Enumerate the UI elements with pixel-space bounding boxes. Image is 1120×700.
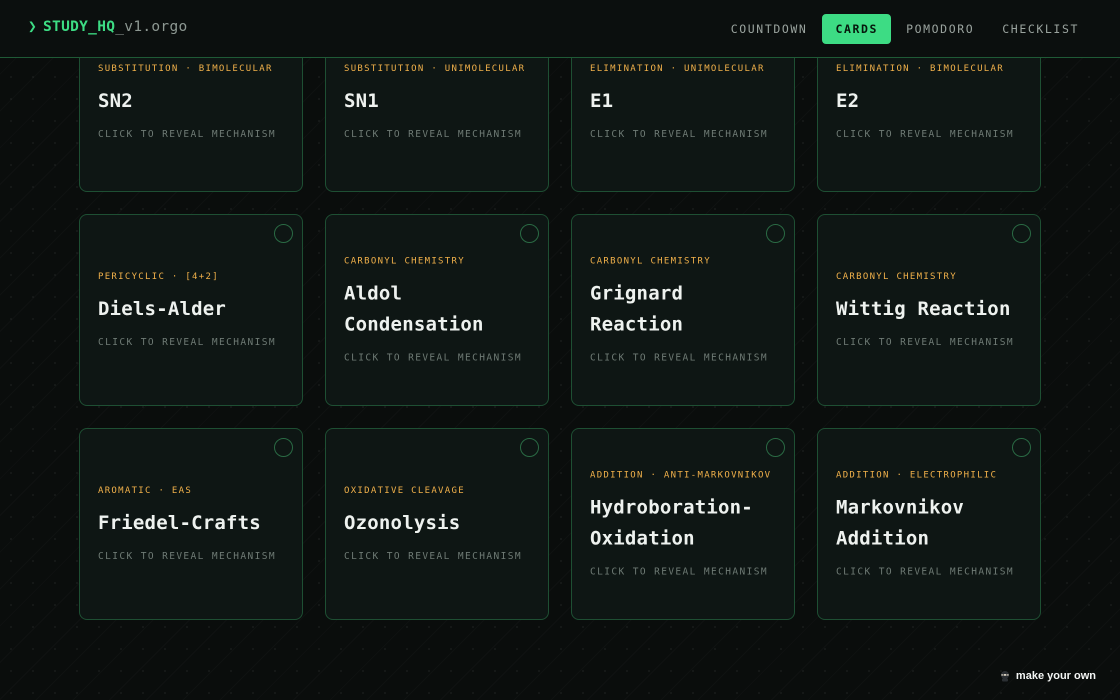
card-hint: CLICK TO REVEAL MECHANISM: [836, 566, 1014, 578]
card-category: SUBSTITUTION · UNIMOLECULAR: [344, 64, 526, 74]
chevron-right-icon: ❯: [28, 19, 38, 35]
card-hint: CLICK TO REVEAL MECHANISM: [98, 129, 276, 140]
circle-icon: [520, 438, 539, 457]
card-hint: CLICK TO REVEAL MECHANISM: [836, 337, 1014, 348]
card-category: ELIMINATION · BIMOLECULAR: [836, 64, 1004, 74]
card-hint: CLICK TO REVEAL MECHANISM: [590, 566, 768, 578]
card-category: ADDITION · ELECTROPHILIC: [836, 470, 998, 481]
flashcard-body: SUBSTITUTION · UNIMOLECULAR SN1 CLICK TO…: [344, 64, 532, 140]
tab-cards[interactable]: CARDS: [822, 14, 892, 44]
brand-logo[interactable]: ❯ STUDY_HQ_v1.orgo: [28, 19, 188, 35]
make-your-own-label: make your own: [1015, 670, 1096, 682]
card-category: OXIDATIVE CLEAVAGE: [344, 486, 465, 496]
card-title: Markovnikov Addition: [836, 496, 965, 550]
card-title: Hydroboration-Oxidation: [590, 496, 753, 550]
card-category: ADDITION · ANTI-MARKOVNIKOV: [590, 470, 772, 481]
flashcard[interactable]: AROMATIC · EAS Friedel-Crafts CLICK TO R…: [79, 428, 303, 620]
flashcard-body: ADDITION · ELECTROPHILIC Markovnikov Add…: [836, 471, 1024, 578]
card-hint: CLICK TO REVEAL MECHANISM: [590, 352, 768, 364]
tab-pomodoro[interactable]: POMODORO: [893, 14, 987, 44]
tab-countdown[interactable]: COUNTDOWN: [718, 14, 821, 44]
flashcard[interactable]: ADDITION · ANTI-MARKOVNIKOV Hydroboratio…: [571, 428, 795, 620]
card-title: Ozonolysis: [344, 512, 461, 534]
flashcard-body: SUBSTITUTION · BIMOLECULAR SN2 CLICK TO …: [98, 64, 286, 140]
flashcard-body: CARBONYL CHEMISTRY Grignard Reaction CLI…: [590, 257, 778, 364]
circle-icon: [274, 438, 293, 457]
flashcard[interactable]: OXIDATIVE CLEAVAGE Ozonolysis CLICK TO R…: [325, 428, 549, 620]
top-bar: ❯ STUDY_HQ_v1.orgo COUNTDOWN CARDS POMODO…: [0, 0, 1120, 58]
flashcard-body: CARBONYL CHEMISTRY Aldol Condensation CL…: [344, 257, 532, 364]
card-category: AROMATIC · EAS: [98, 486, 193, 496]
flashcard[interactable]: ADDITION · ELECTROPHILIC Markovnikov Add…: [817, 428, 1041, 620]
circle-icon: [1012, 224, 1031, 243]
flashcard-body: CARBONYL CHEMISTRY Wittig Reaction CLICK…: [836, 272, 1024, 348]
card-title: E1: [590, 90, 614, 112]
flashcard-body: ELIMINATION · BIMOLECULAR E2 CLICK TO RE…: [836, 64, 1024, 140]
circle-icon: [766, 224, 785, 243]
flashcard-body: PERICYCLIC · [4+2] Diels-Alder CLICK TO …: [98, 272, 286, 348]
card-hint: CLICK TO REVEAL MECHANISM: [590, 129, 768, 140]
flashcard[interactable]: CARBONYL CHEMISTRY Aldol Condensation CL…: [325, 214, 549, 406]
card-hint: CLICK TO REVEAL MECHANISM: [344, 551, 522, 562]
ninja-icon: [1000, 671, 1009, 682]
card-title: Aldol Condensation: [344, 282, 484, 336]
card-hint: CLICK TO REVEAL MECHANISM: [98, 551, 276, 562]
flashcard[interactable]: PERICYCLIC · [4+2] Diels-Alder CLICK TO …: [79, 214, 303, 406]
flashcard-body: OXIDATIVE CLEAVAGE Ozonolysis CLICK TO R…: [344, 486, 532, 562]
circle-icon: [766, 438, 785, 457]
flashcard-body: ADDITION · ANTI-MARKOVNIKOV Hydroboratio…: [590, 471, 778, 578]
make-your-own-link[interactable]: make your own: [999, 670, 1096, 682]
card-category: PERICYCLIC · [4+2]: [98, 272, 219, 282]
card-category: CARBONYL CHEMISTRY: [836, 272, 957, 282]
card-title: Grignard Reaction: [590, 282, 684, 336]
tab-checklist[interactable]: CHECKLIST: [989, 14, 1092, 44]
brand-name: STUDY_HQ: [43, 19, 116, 35]
card-title: Diels-Alder: [98, 298, 227, 320]
circle-icon: [1012, 438, 1031, 457]
card-category: CARBONYL CHEMISTRY: [344, 256, 465, 267]
card-hint: CLICK TO REVEAL MECHANISM: [98, 337, 276, 348]
flashcard[interactable]: CARBONYL CHEMISTRY Grignard Reaction CLI…: [571, 214, 795, 406]
card-hint: CLICK TO REVEAL MECHANISM: [836, 129, 1014, 140]
card-hint: CLICK TO REVEAL MECHANISM: [344, 129, 522, 140]
brand-suffix: _v1.orgo: [115, 19, 188, 35]
flashcard-body: AROMATIC · EAS Friedel-Crafts CLICK TO R…: [98, 486, 286, 562]
card-title: SN1: [344, 90, 379, 112]
flashcard[interactable]: CARBONYL CHEMISTRY Wittig Reaction CLICK…: [817, 214, 1041, 406]
flashcard-body: ELIMINATION · UNIMOLECULAR E1 CLICK TO R…: [590, 64, 778, 140]
card-title: Friedel-Crafts: [98, 512, 261, 534]
card-category: CARBONYL CHEMISTRY: [590, 256, 711, 267]
circle-icon: [274, 224, 293, 243]
card-category: ELIMINATION · UNIMOLECULAR: [590, 64, 765, 74]
main-nav: COUNTDOWN CARDS POMODORO CHECKLIST: [718, 14, 1092, 44]
card-title: Wittig Reaction: [836, 298, 1011, 320]
card-title: SN2: [98, 90, 133, 112]
card-title: E2: [836, 90, 860, 112]
card-category: SUBSTITUTION · BIMOLECULAR: [98, 64, 273, 74]
card-hint: CLICK TO REVEAL MECHANISM: [344, 352, 522, 364]
circle-icon: [520, 224, 539, 243]
